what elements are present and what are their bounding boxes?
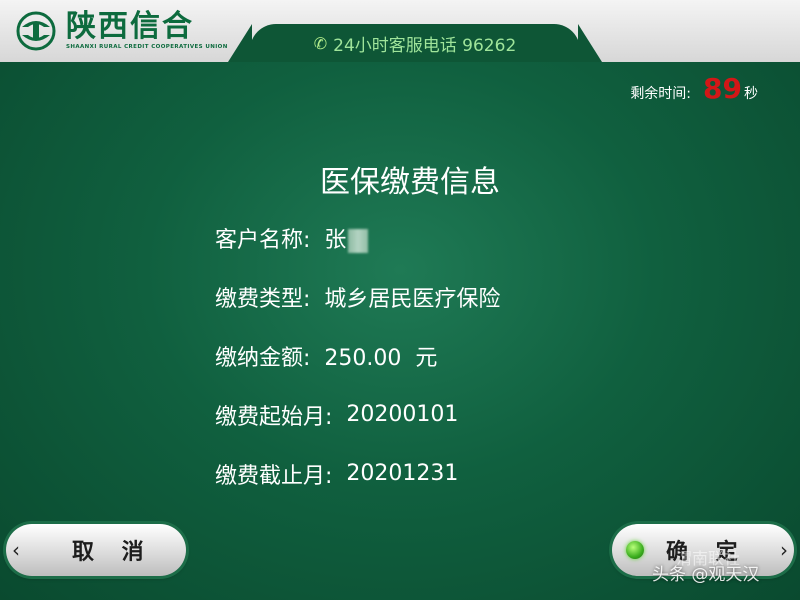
hotline-text: 24小时客服电话 96262 — [333, 35, 517, 56]
atm-screen: 陕西信合 SHAANXI RURAL CREDIT COOPERATIVES U… — [0, 0, 800, 600]
chevron-left-icon: ‹ — [12, 538, 20, 562]
logo-emblem-icon — [16, 11, 56, 51]
payment-type-value: 城乡居民医疗保险 — [324, 286, 501, 312]
payment-info-list: 客户名称: 张 缴费类型: 城乡居民医疗保险 缴纳金额: 250.00 元 缴费… — [215, 208, 675, 503]
end-month-label: 缴费截止月: — [215, 463, 333, 489]
countdown-timer: 剩余时间: 89 秒 — [630, 72, 758, 105]
info-row-amount: 缴纳金额: 250.00 元 — [215, 326, 675, 385]
timer-label: 剩余时间: — [630, 86, 692, 102]
page-title: 医保缴费信息 — [320, 165, 500, 200]
green-indicator-icon — [626, 541, 644, 559]
phone-icon: ✆ — [313, 33, 328, 53]
timer-value: 89 — [703, 72, 742, 105]
start-month-label: 缴费起始月: — [215, 404, 333, 430]
timer-unit: 秒 — [744, 86, 758, 102]
customer-name-value: 张 — [324, 222, 369, 254]
cancel-button[interactable]: ‹ 取 消 — [6, 524, 186, 576]
bank-logo: 陕西信合 SHAANXI RURAL CREDIT COOPERATIVES U… — [14, 10, 228, 52]
hotline-tab: ✆ 24小时客服电话 96262 — [250, 24, 580, 62]
name-redaction-mask — [348, 228, 369, 253]
info-row-start-month: 缴费起始月: 20200101 — [215, 385, 675, 444]
amount-value: 250.00 元 — [324, 345, 438, 371]
start-month-value: 20200101 — [346, 402, 459, 427]
info-row-end-month: 缴费截止月: 20201231 — [215, 444, 675, 503]
logo-chinese-name: 陕西信合 — [66, 9, 194, 44]
logo-english-name: SHAANXI RURAL CREDIT COOPERATIVES UNION — [66, 44, 228, 50]
info-row-payment-type: 缴费类型: 城乡居民医疗保险 — [215, 267, 675, 326]
watermark-text: 头条 @观天汉 — [652, 565, 760, 585]
cancel-button-label: 取 消 — [72, 540, 154, 565]
payment-type-label: 缴费类型: — [215, 286, 311, 312]
end-month-value: 20201231 — [346, 461, 459, 486]
customer-name-label: 客户名称: — [215, 227, 311, 253]
amount-label: 缴纳金额: — [215, 345, 311, 371]
info-row-customer-name: 客户名称: 张 — [215, 208, 675, 267]
chevron-right-icon: › — [780, 538, 788, 562]
